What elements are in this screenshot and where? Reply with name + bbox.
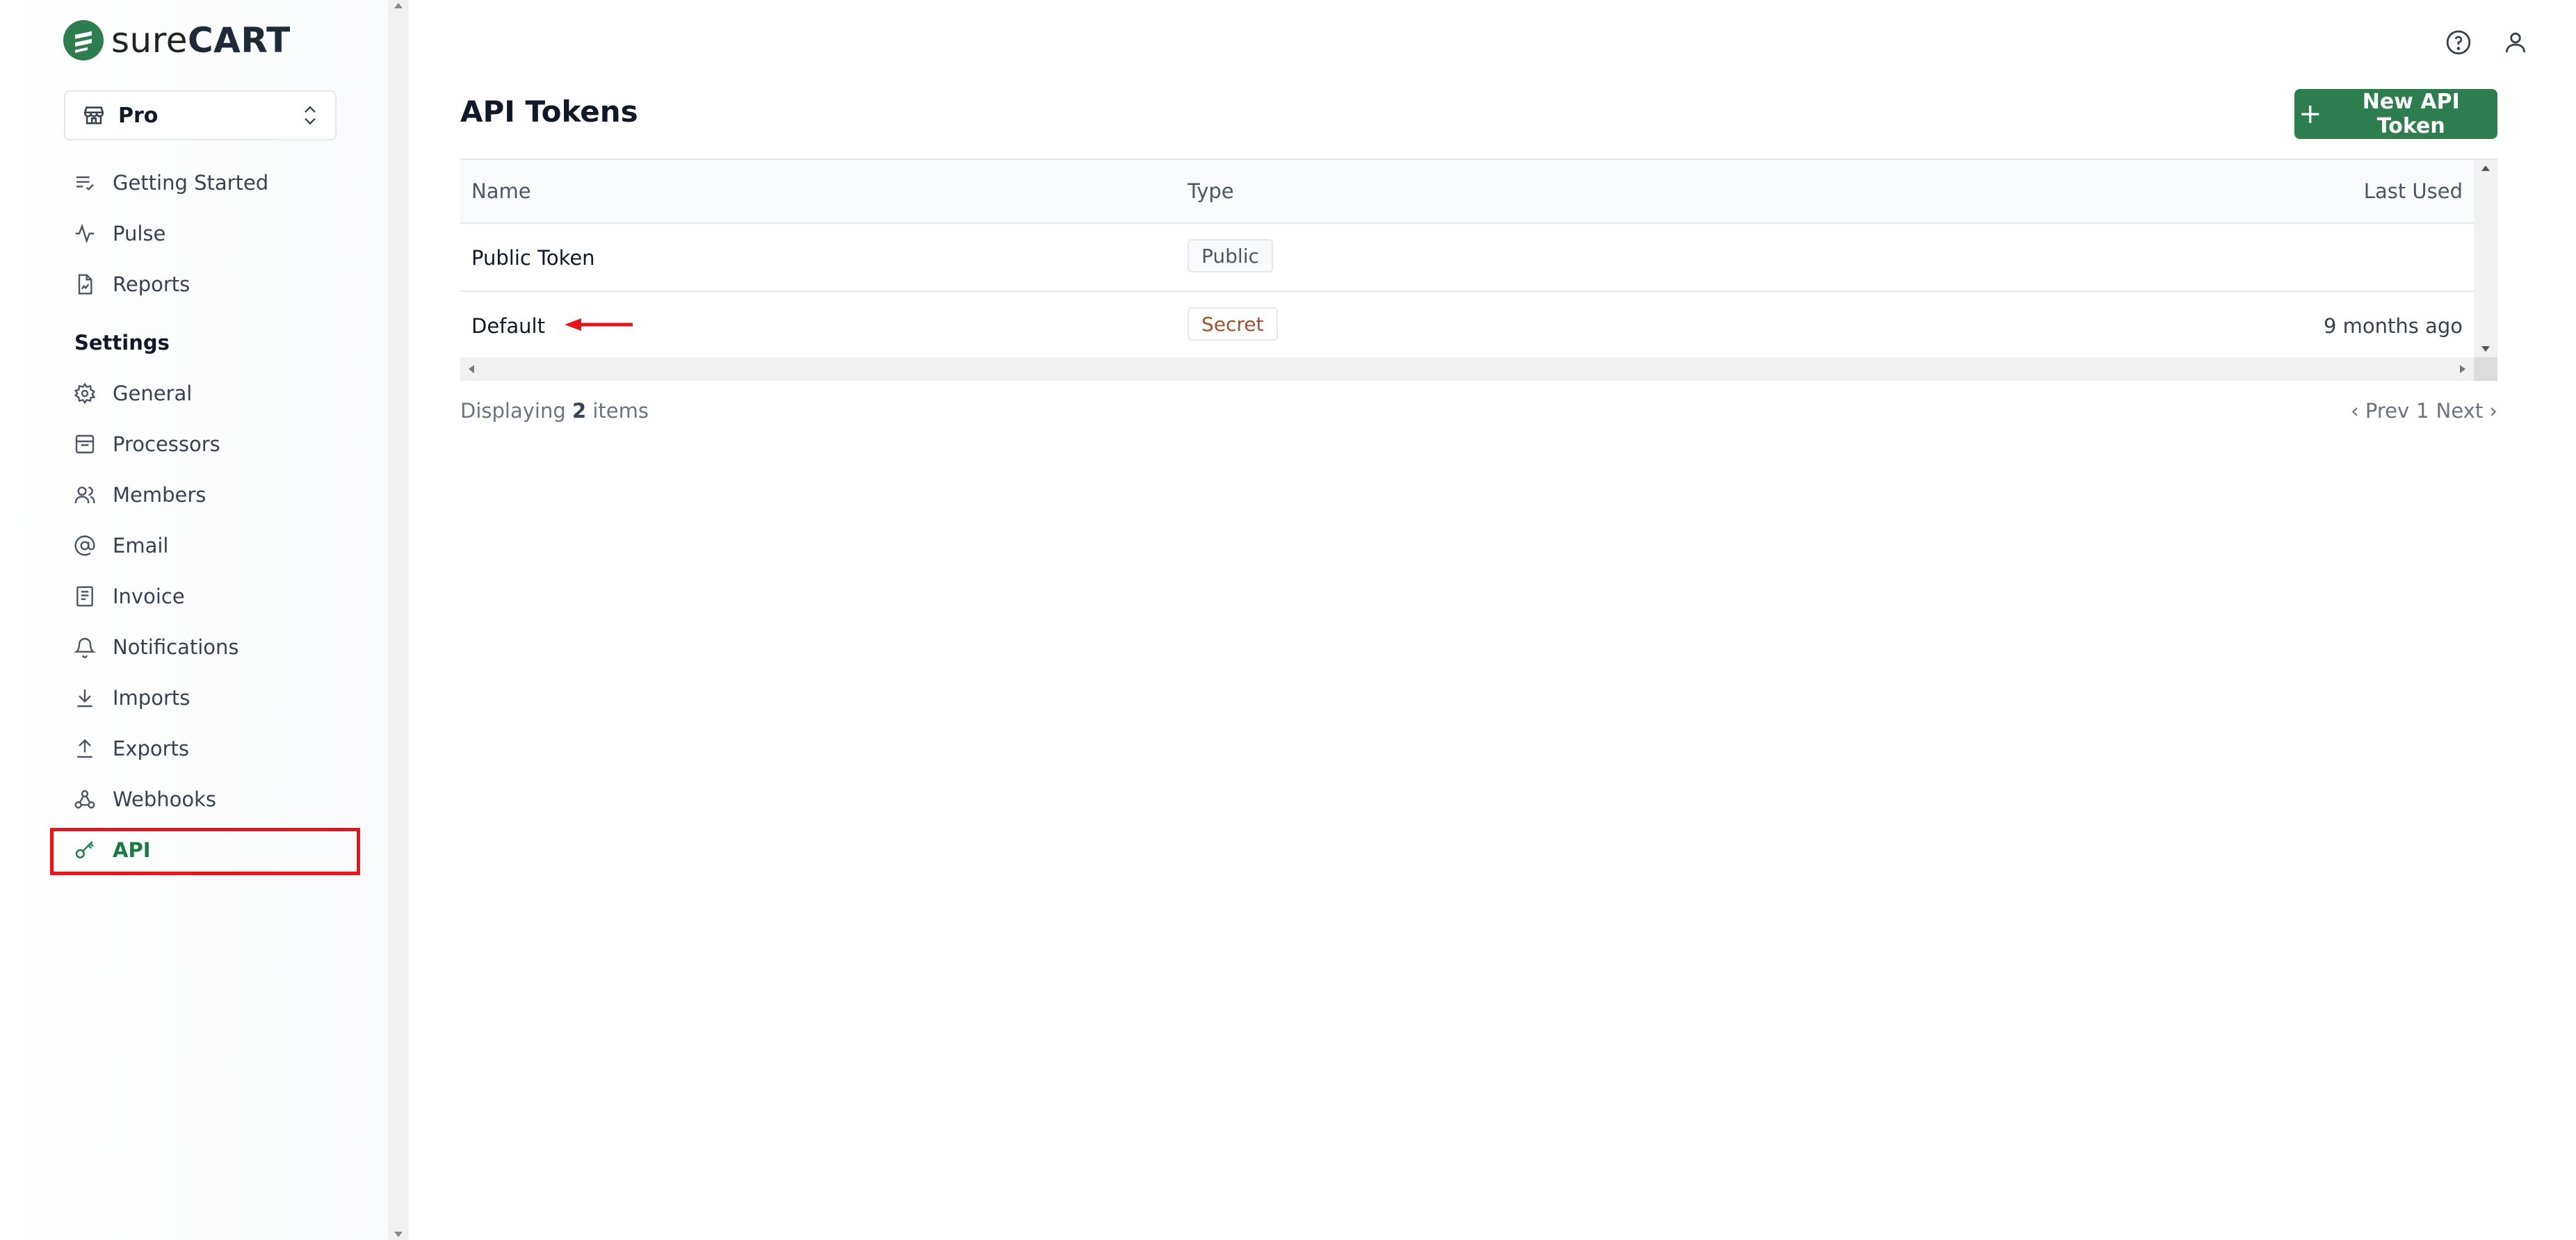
scroll-up-arrow-icon[interactable] [394, 3, 403, 8]
surecart-logo[interactable]: sureCART [63, 19, 291, 61]
nav-label: Members [113, 483, 206, 507]
column-header-type: Type [1188, 179, 1234, 203]
store-selector-value: Pro [118, 103, 159, 128]
table-row[interactable]: Public Token Public [460, 224, 2474, 292]
gear-icon [72, 381, 97, 406]
nav-item-pulse[interactable]: Pulse [64, 213, 356, 254]
table-horizontal-scrollbar[interactable] [460, 357, 2474, 381]
bell-icon [72, 635, 97, 660]
nav-item-email[interactable]: Email [64, 525, 356, 566]
table-header: Name Type Last Used [460, 160, 2474, 224]
nav-label: Exports [113, 737, 190, 760]
settings-section-label: Settings [74, 331, 170, 354]
at-sign-icon [72, 533, 97, 558]
nav-item-exports[interactable]: Exports [64, 728, 356, 769]
sidebar: sureCART Pro Getting Started Pulse Repor… [0, 0, 388, 1240]
token-type-badge: Public [1188, 239, 1273, 272]
nav-label: Notifications [113, 635, 239, 659]
nav-label: Imports [113, 686, 191, 710]
items-count-number: 2 [572, 399, 587, 423]
token-name[interactable]: Public Token [471, 246, 595, 270]
scroll-down-arrow-icon[interactable] [394, 1232, 403, 1237]
nav-item-invoice[interactable]: Invoice [64, 576, 356, 617]
page-title: API Tokens [460, 95, 638, 129]
scrollbar-corner [2474, 357, 2497, 381]
upload-icon [72, 736, 97, 761]
plus-icon: + [2299, 98, 2322, 130]
list-check-icon [72, 170, 97, 195]
scroll-down-arrow-icon[interactable] [2481, 346, 2490, 352]
current-page: 1 [2416, 399, 2429, 423]
nav-item-notifications[interactable]: Notifications [64, 626, 356, 668]
nav-item-webhooks[interactable]: Webhooks [64, 778, 356, 820]
inbox-icon [72, 432, 97, 457]
prev-page-link[interactable]: ‹ Prev [2351, 399, 2409, 423]
nav-item-reports[interactable]: Reports [64, 263, 356, 305]
nav-label: Pulse [113, 222, 166, 245]
column-header-name: Name [471, 179, 531, 203]
nav-label: Webhooks [113, 788, 216, 811]
surecart-logo-icon [63, 20, 104, 60]
red-arrow-annotation [563, 314, 640, 338]
store-icon [83, 106, 104, 124]
new-api-token-button[interactable]: + New API Token [2294, 89, 2497, 139]
webhook-icon [72, 787, 97, 812]
nav-item-imports[interactable]: Imports [64, 677, 356, 719]
scroll-left-arrow-icon[interactable] [469, 365, 474, 373]
column-header-last-used: Last Used [2363, 179, 2463, 203]
scroll-up-arrow-icon[interactable] [2481, 165, 2490, 171]
user-account-icon[interactable] [2502, 29, 2529, 58]
token-name[interactable]: Default [471, 314, 545, 338]
download-icon [72, 685, 97, 710]
users-icon [72, 482, 97, 507]
header-icons [2445, 29, 2529, 58]
nav-label: Invoice [113, 585, 185, 608]
table-row[interactable]: Default Secret 9 months ago [460, 292, 2474, 360]
report-file-icon [72, 272, 97, 297]
token-last-used: 9 months ago [2323, 314, 2463, 338]
nav-item-getting-started[interactable]: Getting Started [64, 162, 356, 204]
document-icon [72, 584, 97, 609]
nav-item-general[interactable]: General [64, 373, 356, 414]
nav-label: Getting Started [113, 171, 269, 195]
activity-icon [72, 221, 97, 246]
nav-label: Processors [113, 432, 220, 456]
api-tokens-table: Name Type Last Used Public Token Public … [460, 158, 2497, 382]
new-api-token-label: New API Token [2362, 90, 2460, 138]
token-type-badge: Secret [1188, 307, 1278, 341]
nav-label: Reports [113, 272, 191, 296]
table-vertical-scrollbar[interactable] [2474, 160, 2497, 357]
nav-label: General [113, 382, 193, 405]
nav-item-members[interactable]: Members [64, 474, 356, 516]
nav-item-processors[interactable]: Processors [64, 423, 356, 465]
scroll-right-arrow-icon[interactable] [2460, 365, 2465, 373]
help-icon[interactable] [2445, 29, 2472, 58]
sidebar-scrollbar[interactable] [388, 0, 409, 1240]
pagination: ‹ Prev 1 Next › [2351, 399, 2497, 423]
logo-wordmark: sureCART [111, 20, 291, 60]
next-page-link[interactable]: Next › [2436, 399, 2497, 423]
store-selector[interactable]: Pro [64, 90, 337, 140]
items-count: Displaying 2 items [460, 399, 649, 423]
api-highlight-annotation [50, 828, 360, 875]
nav-label: Email [113, 534, 169, 557]
chevron-updown-icon [305, 106, 316, 125]
